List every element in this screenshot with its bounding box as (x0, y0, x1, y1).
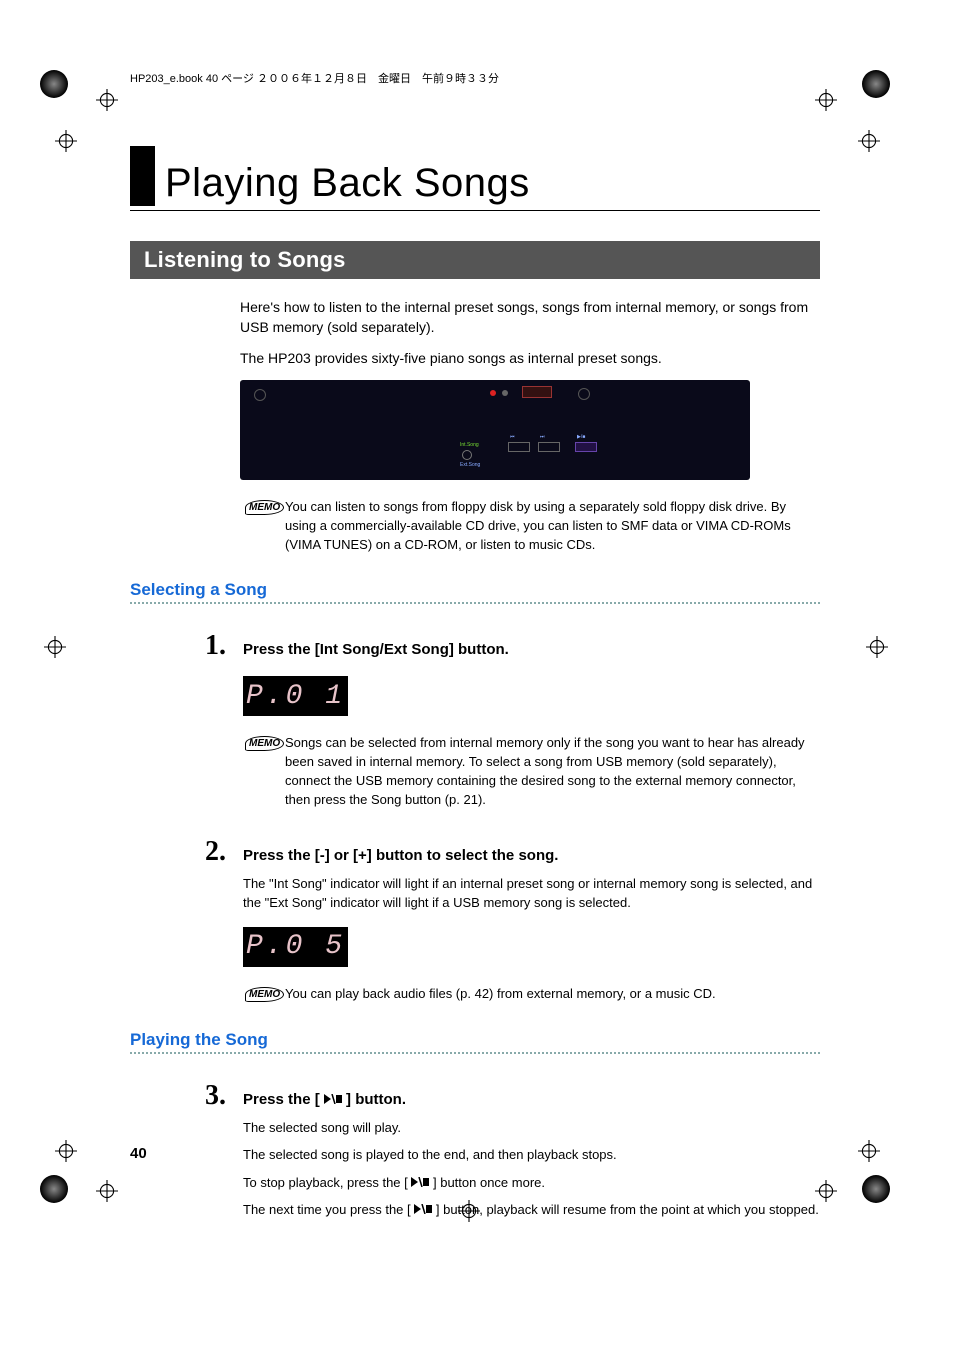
memo-block: MEMO You can play back audio files (p. 4… (245, 985, 820, 1004)
step-body: The selected song will play. The selecte… (243, 1118, 820, 1220)
memo-block: MEMO Songs can be selected from internal… (245, 734, 820, 809)
registration-mark-icon (55, 130, 77, 152)
step-title: Press the [ ] button. (243, 1091, 406, 1108)
corner-emblem (40, 1175, 68, 1203)
memo-icon: MEMO (245, 500, 285, 515)
chapter-rule (130, 210, 820, 211)
memo-text: You can listen to songs from floppy disk… (285, 498, 820, 555)
step-number: 2. (205, 836, 243, 868)
memo-text: You can play back audio files (p. 42) fr… (285, 985, 716, 1004)
pdf-header-line: HP203_e.book 40 ページ ２００６年１２月８日 金曜日 午前９時３… (130, 70, 820, 86)
play-stop-icon (324, 1094, 342, 1104)
section-title: Listening to Songs (130, 241, 820, 279)
corner-emblem (40, 70, 68, 98)
registration-mark-icon (96, 89, 118, 111)
registration-mark-icon (96, 1180, 118, 1202)
intro-text: Here's how to listen to the internal pre… (240, 297, 820, 368)
step-number: 1. (205, 630, 243, 662)
memo-text: Songs can be selected from internal memo… (285, 734, 820, 809)
chapter-heading: Playing Back Songs (130, 146, 820, 206)
step-title: Press the [-] or [+] button to select th… (243, 847, 558, 864)
page-content: HP203_e.book 40 ページ ２００６年１２月８日 金曜日 午前９時３… (130, 70, 820, 1228)
step-3: 3. Press the [ ] button. (205, 1080, 820, 1112)
registration-mark-icon (858, 130, 880, 152)
page-number: 40 (130, 1145, 147, 1162)
play-stop-icon (414, 1204, 432, 1214)
memo-block: MEMO You can listen to songs from floppy… (245, 498, 820, 555)
display-readout: P.0 5 (243, 927, 348, 967)
intro-paragraph: The HP203 provides sixty-five piano song… (240, 348, 820, 368)
registration-mark-icon (55, 1140, 77, 1162)
step-2: 2. Press the [-] or [+] button to select… (205, 836, 820, 868)
registration-mark-icon (858, 1140, 880, 1162)
memo-icon: MEMO (245, 987, 285, 1002)
chapter-title: Playing Back Songs (165, 161, 530, 206)
dotted-rule (130, 602, 820, 604)
chapter-bar-decoration (130, 146, 155, 206)
sub-heading-selecting: Selecting a Song (130, 580, 820, 600)
intro-paragraph: Here's how to listen to the internal pre… (240, 297, 820, 338)
step-number: 3. (205, 1080, 243, 1112)
memo-icon: MEMO (245, 736, 285, 751)
control-panel-image: Int.Song Ext.Song ⏮ ⏭ ▶/■ (240, 380, 750, 480)
registration-mark-icon (866, 636, 888, 658)
corner-emblem (862, 70, 890, 98)
step-1: 1. Press the [Int Song/Ext Song] button. (205, 630, 820, 662)
sub-heading-playing: Playing the Song (130, 1030, 820, 1050)
play-stop-icon (411, 1177, 429, 1187)
registration-mark-icon (44, 636, 66, 658)
step-title: Press the [Int Song/Ext Song] button. (243, 641, 509, 658)
step-body: The "Int Song" indicator will light if a… (243, 874, 820, 913)
dotted-rule (130, 1052, 820, 1054)
corner-emblem (862, 1175, 890, 1203)
display-readout: P.0 1 (243, 676, 348, 716)
